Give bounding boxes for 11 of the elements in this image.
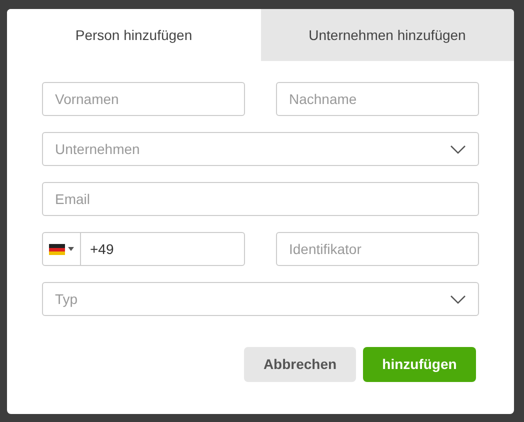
phone-field[interactable]: +49 bbox=[42, 232, 245, 266]
chevron-down-icon bbox=[450, 144, 466, 154]
flag-icon bbox=[49, 244, 65, 254]
email-field[interactable]: Email bbox=[42, 182, 479, 216]
first-name-field[interactable]: Vornamen bbox=[42, 82, 245, 116]
tab[interactable]: Unternehmen hinzufügen bbox=[260, 9, 514, 61]
caret-icon bbox=[68, 247, 74, 251]
identifier-field[interactable]: Identifikator bbox=[276, 232, 479, 266]
chevron-down-icon bbox=[450, 294, 466, 304]
last-name-field[interactable]: Nachname bbox=[276, 82, 479, 116]
cancel-button[interactable]: Abbrechen bbox=[244, 347, 356, 382]
